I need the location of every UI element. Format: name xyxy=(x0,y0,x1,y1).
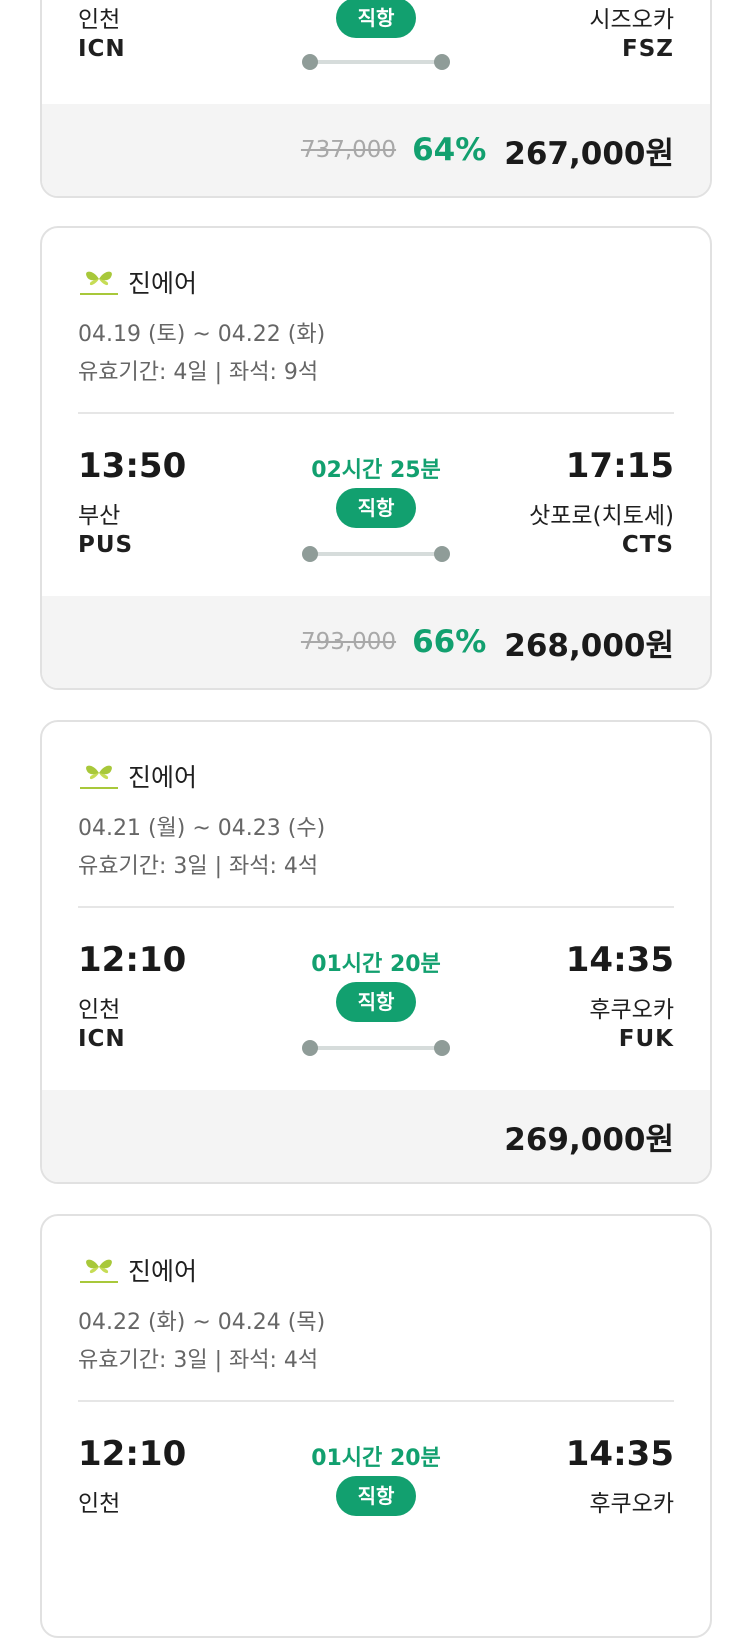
arrival-time: 14:35 xyxy=(565,940,674,980)
departure-dot-icon xyxy=(302,54,318,70)
original-price: 737,000 xyxy=(300,137,397,163)
departure-dot-icon xyxy=(302,546,318,562)
direct-flight-badge: 직항 xyxy=(336,488,416,528)
departure-code: ICN xyxy=(78,36,126,62)
jinair-logo-icon xyxy=(80,1259,118,1283)
airline-row: 진에어 xyxy=(78,1252,197,1288)
final-price: 268,000원 xyxy=(504,627,674,664)
departure-code: ICN xyxy=(78,1026,126,1052)
validity-seats: 유효기간: 4일 | 좌석: 9석 xyxy=(78,360,319,385)
final-price: 267,000원 xyxy=(504,135,674,172)
arrival-time: 17:15 xyxy=(565,446,674,486)
direct-flight-badge: 직항 xyxy=(336,982,416,1022)
arrival-city: 삿포로(치토세) xyxy=(529,503,674,529)
flight-card[interactable]: 진에어 04.22 (화) ~ 04.24 (목) 유효기간: 3일 | 좌석:… xyxy=(40,1214,712,1638)
price-bar: 737,000 64% 267,000원 xyxy=(42,104,710,196)
departure-city: 인천 xyxy=(78,7,121,33)
final-price: 269,000원 xyxy=(504,1121,674,1158)
direct-flight-badge: 직항 xyxy=(336,1476,416,1516)
airline-row: 진에어 xyxy=(78,758,197,794)
airline-row: 진에어 xyxy=(78,264,197,300)
arrival-city: 후쿠오카 xyxy=(589,997,674,1023)
route-line xyxy=(302,546,450,562)
divider xyxy=(78,1400,674,1402)
original-price: 793,000 xyxy=(300,629,397,655)
departure-code: PUS xyxy=(78,532,134,558)
flight-card[interactable]: 진에어 04.19 (토) ~ 04.22 (화) 유효기간: 4일 | 좌석:… xyxy=(40,226,712,690)
departure-city: 부산 xyxy=(78,503,121,529)
travel-dates: 04.19 (토) ~ 04.22 (화) xyxy=(78,322,326,347)
jinair-logo-icon xyxy=(80,765,118,789)
arrival-dot-icon xyxy=(434,1040,450,1056)
arrival-dot-icon xyxy=(434,546,450,562)
airline-name: 진에어 xyxy=(128,763,198,792)
arrival-city: 시즈오카 xyxy=(589,7,674,33)
validity-seats: 유효기간: 3일 | 좌석: 4석 xyxy=(78,854,319,879)
flight-card[interactable]: 진에어 04.21 (월) ~ 04.23 (수) 유효기간: 3일 | 좌석:… xyxy=(40,720,712,1184)
route-line xyxy=(302,54,450,70)
arrival-dot-icon xyxy=(434,54,450,70)
travel-dates: 04.22 (화) ~ 04.24 (목) xyxy=(78,1310,326,1335)
arrival-code: FSZ xyxy=(622,36,674,62)
jinair-logo-icon xyxy=(80,271,118,295)
flight-card[interactable]: 인천 ICN 시즈오카 FSZ 직항 737,000 64% 267,000원 xyxy=(40,0,712,198)
divider xyxy=(78,906,674,908)
direct-flight-badge: 직항 xyxy=(336,0,416,38)
price-bar: 793,000 66% 268,000원 xyxy=(42,596,710,688)
price-bar: 269,000원 xyxy=(42,1090,710,1182)
airline-name: 진에어 xyxy=(128,269,198,298)
departure-dot-icon xyxy=(302,1040,318,1056)
validity-seats: 유효기간: 3일 | 좌석: 4석 xyxy=(78,1348,319,1373)
arrival-code: CTS xyxy=(621,532,674,558)
discount-rate: 64% xyxy=(412,132,487,168)
travel-dates: 04.21 (월) ~ 04.23 (수) xyxy=(78,816,326,841)
arrival-city: 후쿠오카 xyxy=(589,1491,674,1517)
route-line xyxy=(302,1040,450,1056)
discount-rate: 66% xyxy=(412,624,487,660)
departure-city: 인천 xyxy=(78,1491,121,1517)
airline-name: 진에어 xyxy=(128,1257,198,1286)
departure-city: 인천 xyxy=(78,997,121,1023)
divider xyxy=(78,412,674,414)
arrival-code: FUK xyxy=(618,1026,674,1052)
arrival-time: 14:35 xyxy=(565,1434,674,1474)
